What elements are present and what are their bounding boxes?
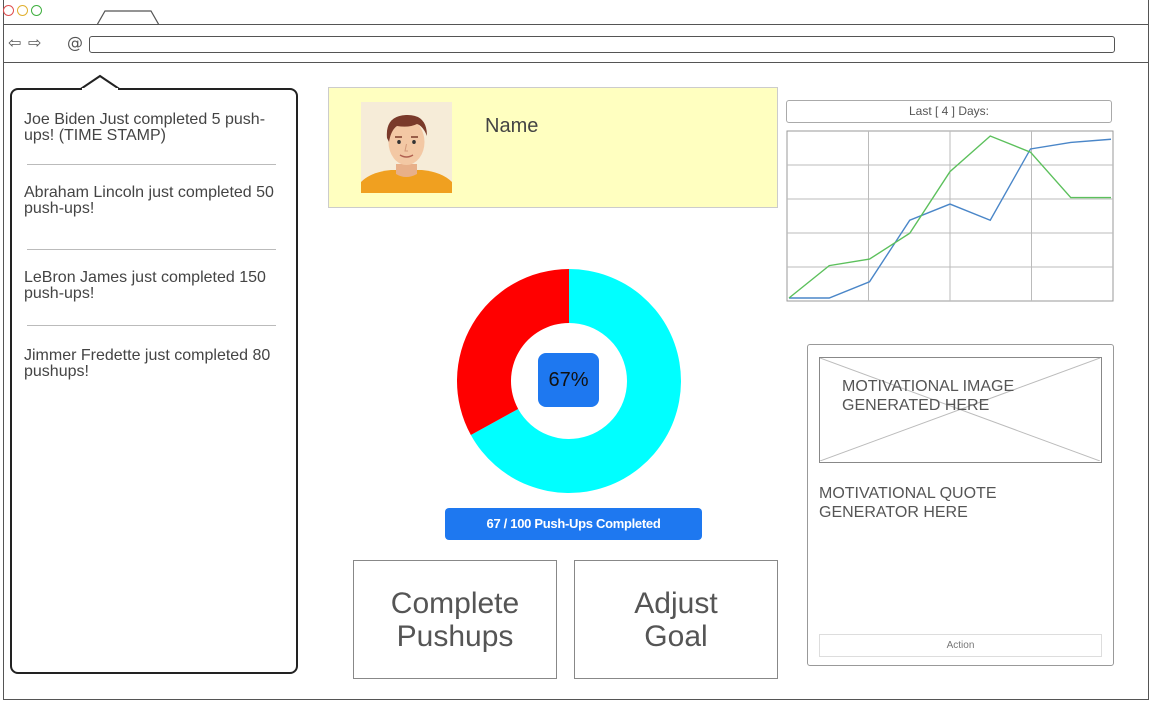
minimize-window-icon[interactable] — [17, 5, 28, 16]
adjust-goal-button[interactable]: Adjust Goal — [574, 560, 778, 679]
reload-icon[interactable]: @ — [67, 35, 83, 51]
maximize-window-icon[interactable] — [31, 5, 42, 16]
adjust-goal-label: Adjust Goal — [634, 586, 718, 653]
progress-summary-label: 67 / 100 Push-Ups Completed — [445, 508, 702, 540]
complete-pushups-label: Complete Pushups — [390, 586, 520, 653]
browser-title-bar — [3, 0, 1149, 25]
motivational-quote-text: MOTIVATIONAL QUOTE GENERATOR HERE — [819, 485, 997, 521]
progress-percent-badge: 67% — [538, 353, 599, 407]
action-button[interactable]: Action — [819, 634, 1102, 657]
profile-name: Name — [485, 115, 539, 137]
activity-feed-panel — [10, 88, 298, 674]
feed-item: Abraham Lincoln just completed 50 push-u… — [24, 184, 274, 217]
user-avatar-icon — [361, 102, 452, 193]
feed-divider — [27, 249, 276, 250]
address-bar[interactable] — [89, 36, 1115, 53]
complete-pushups-button[interactable]: Complete Pushups — [353, 560, 557, 679]
back-arrow-icon[interactable]: ⇦ — [8, 35, 21, 51]
feed-callout-notch — [80, 74, 121, 90]
forward-arrow-icon[interactable]: ⇨ — [28, 35, 41, 51]
feed-item: Joe Biden Just completed 5 push-ups! (TI… — [24, 111, 266, 144]
browser-tab[interactable] — [97, 10, 159, 25]
feed-item: Jimmer Fredette just completed 80 pushup… — [24, 347, 271, 380]
browser-nav-bar: ⇦ ⇨ @ — [3, 25, 1149, 63]
motivational-image-caption: MOTIVATIONAL IMAGE GENERATED HERE — [842, 378, 1015, 414]
donut-remaining-segment — [457, 269, 569, 435]
feed-item: LeBron James just completed 150 push-ups… — [24, 269, 266, 302]
avatar[interactable] — [361, 102, 452, 193]
feed-divider — [27, 325, 276, 326]
trend-line-chart — [786, 130, 1114, 302]
feed-divider — [27, 164, 276, 165]
chart-days-selector[interactable]: Last [ 4 ] Days: — [786, 100, 1112, 123]
close-window-icon[interactable] — [3, 5, 14, 16]
